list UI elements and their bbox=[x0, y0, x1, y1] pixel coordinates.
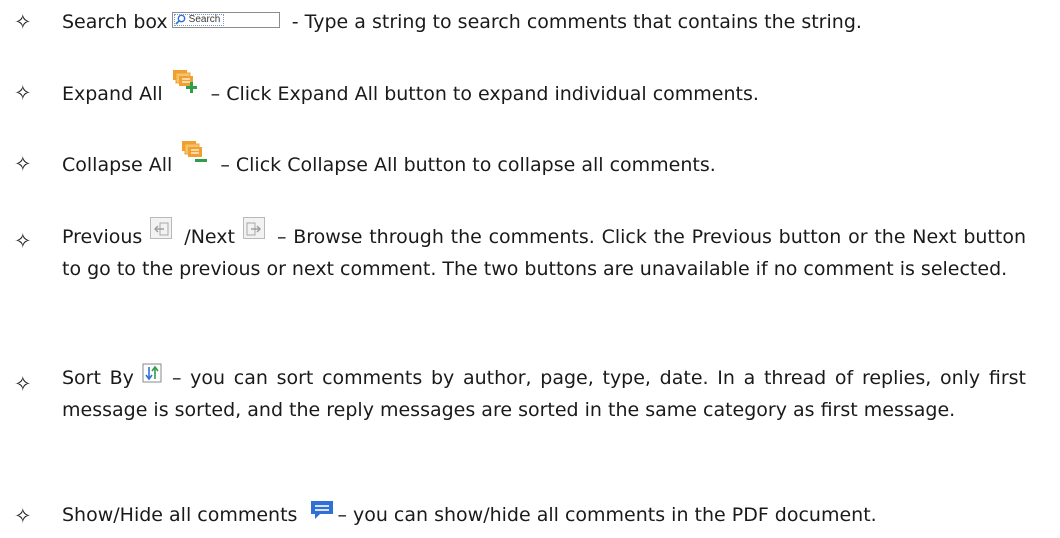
next-icon bbox=[242, 216, 265, 239]
search-placeholder: Search bbox=[188, 13, 221, 25]
item-description: – Click Expand All button to expand indi… bbox=[210, 83, 759, 105]
bullet-diamond-icon: ✧ bbox=[14, 229, 32, 253]
item-text: Show/Hide all comments – you can show/hid… bbox=[62, 499, 1026, 531]
item-description: – Click Collapse All button to collapse … bbox=[220, 154, 716, 176]
arrow-right-icon bbox=[246, 222, 261, 235]
item-description: - Type a string to search comments that … bbox=[285, 11, 862, 33]
bullet-diamond-icon: ✧ bbox=[14, 10, 32, 34]
item-label: Expand All bbox=[62, 83, 163, 105]
item-label-previous: Previous bbox=[62, 226, 143, 248]
bullet-diamond-icon: ✧ bbox=[14, 504, 32, 528]
sort-icon bbox=[142, 363, 162, 382]
item-label-next: /Next bbox=[184, 226, 235, 248]
item-text: Search box Search - Type a string to sear… bbox=[62, 6, 1026, 38]
comment-bubble-icon bbox=[311, 500, 334, 519]
item-text: Collapse All – Click Collapse All button … bbox=[62, 140, 1026, 181]
item-label: Search box bbox=[62, 11, 168, 33]
arrow-left-icon bbox=[154, 222, 169, 235]
expand-all-icon bbox=[172, 69, 197, 93]
item-description: – you can show/hide all comments in the … bbox=[337, 504, 877, 526]
bullet-diamond-icon: ✧ bbox=[14, 372, 32, 396]
item-label: Show/Hide all comments bbox=[62, 504, 298, 526]
item-text: Expand All – Click Expand All button to e… bbox=[62, 69, 1026, 110]
collapse-all-icon bbox=[182, 140, 208, 162]
bullet-diamond-icon: ✧ bbox=[14, 152, 32, 176]
item-label: Sort By bbox=[62, 367, 134, 389]
item-text: Previous/Next – Browse through the commen… bbox=[62, 216, 1026, 285]
item-text: Sort By – you can sort comments by author… bbox=[62, 362, 1026, 426]
item-label: Collapse All bbox=[62, 154, 173, 176]
item-description: – you can sort comments by author, page,… bbox=[62, 367, 1026, 421]
bullet-diamond-icon: ✧ bbox=[14, 81, 32, 105]
previous-icon bbox=[150, 216, 173, 239]
search-box-icon: Search bbox=[171, 11, 280, 28]
